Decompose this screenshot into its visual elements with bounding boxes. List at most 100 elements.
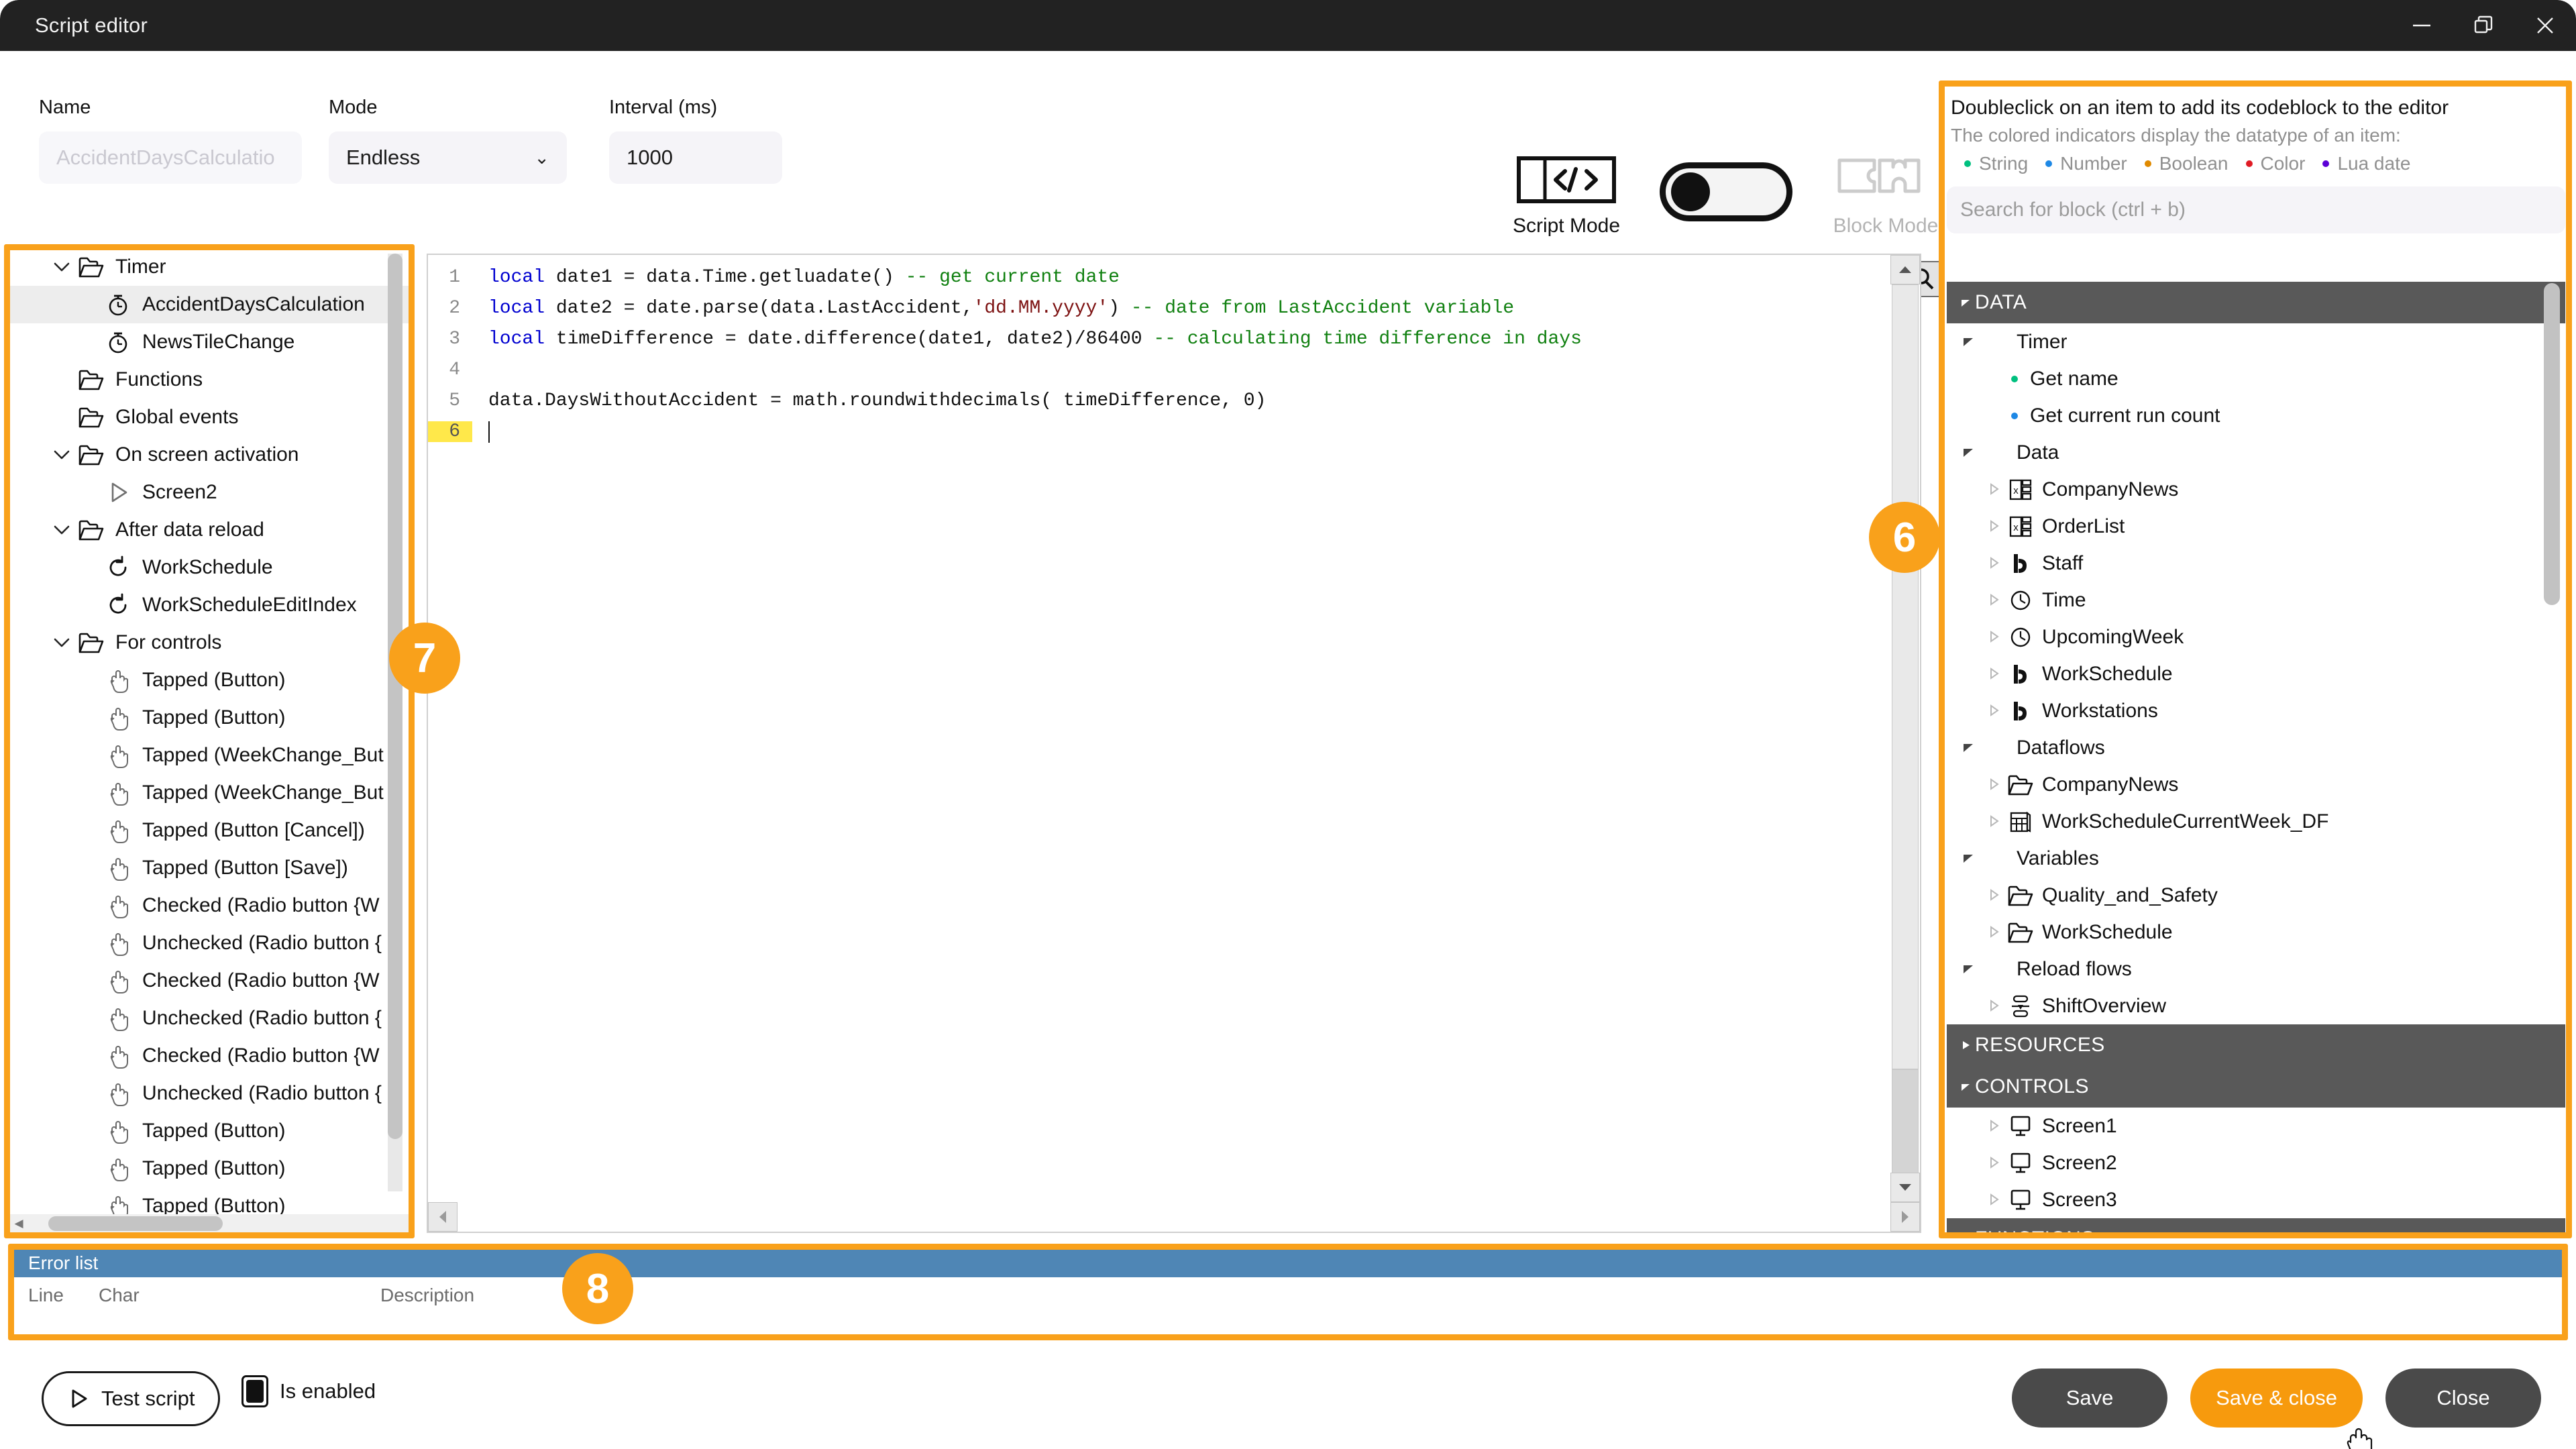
scrollbar-thumb-lower[interactable]	[1892, 1069, 1919, 1177]
triangle-right-icon[interactable]	[1987, 921, 2000, 944]
rp-item-workschedule[interactable]: WorkSchedule	[1947, 655, 2565, 692]
tree-item-unchecked-radio-button[interactable]: Unchecked (Radio button {	[9, 1000, 409, 1037]
chevron-down-icon[interactable]	[48, 519, 75, 541]
section-controls[interactable]: CONTROLS	[1947, 1066, 2565, 1108]
scroll-up-arrow-icon[interactable]	[1890, 255, 1920, 284]
tree-item-screen2[interactable]: Screen2	[9, 474, 409, 511]
triangle-right-icon[interactable]	[1982, 1115, 2006, 1138]
tree-item-checked-radio-button[interactable]: Checked (Radio button {W	[9, 962, 409, 1000]
left-tree-horizontal-scrollbar[interactable]: ◀	[9, 1214, 409, 1233]
triangle-right-icon[interactable]	[1982, 1189, 2006, 1212]
tree-item-timer[interactable]: Timer	[9, 248, 409, 286]
close-button[interactable]	[2514, 0, 2576, 51]
tree-item-tapped-button[interactable]: Tapped (Button)	[9, 1112, 409, 1150]
triangle-down-icon[interactable]	[1956, 1081, 1975, 1093]
tree-item-global-events[interactable]: Global events	[9, 398, 409, 436]
rp-item-reload-flows[interactable]: Reload flows	[1947, 951, 2565, 987]
triangle-down-icon[interactable]	[1962, 847, 1975, 870]
rp-item-companynews[interactable]: x CompanyNews	[1947, 471, 2565, 508]
block-mode-option[interactable]: Block Mode	[1822, 152, 1949, 237]
tree-item-for-controls[interactable]: For controls	[9, 624, 409, 661]
scroll-left-arrow-icon[interactable]	[428, 1202, 458, 1232]
scrollbar-thumb[interactable]	[48, 1216, 223, 1231]
triangle-right-icon[interactable]	[1987, 663, 2000, 686]
scrollbar-thumb[interactable]	[388, 254, 402, 1139]
script-mode-option[interactable]: Script Mode	[1503, 152, 1630, 237]
triangle-right-icon[interactable]	[1987, 700, 2000, 722]
save-button[interactable]: Save	[2012, 1368, 2168, 1428]
scrollbar-thumb[interactable]	[1892, 284, 1919, 1069]
triangle-down-icon[interactable]	[1956, 847, 1980, 870]
triangle-right-icon[interactable]	[1987, 1189, 2000, 1212]
minimize-button[interactable]	[2391, 0, 2453, 51]
rp-item-shiftoverview[interactable]: ShiftOverview	[1947, 987, 2565, 1024]
triangle-right-icon[interactable]	[1982, 515, 2006, 538]
tree-item-tapped-button[interactable]: Tapped (Button)	[9, 661, 409, 699]
is-enabled-checkbox[interactable]	[241, 1375, 268, 1407]
rp-item-data[interactable]: Data	[1947, 434, 2565, 471]
triangle-right-icon[interactable]	[1987, 810, 2000, 833]
chevron-down-icon[interactable]	[53, 443, 70, 466]
is-enabled-checkbox-group[interactable]: Is enabled	[241, 1375, 376, 1407]
chevron-down-icon[interactable]	[48, 443, 75, 466]
triangle-right-icon[interactable]	[1987, 1152, 2000, 1175]
rp-item-get-name[interactable]: Get name	[1947, 360, 2565, 397]
scroll-left-arrow-icon[interactable]: ◀	[9, 1217, 28, 1230]
tree-item-tapped-weekchange-button[interactable]: Tapped (WeekChange_But	[9, 774, 409, 812]
tree-item-after-data-reload[interactable]: After data reload	[9, 511, 409, 549]
triangle-right-icon[interactable]	[1982, 663, 2006, 686]
triangle-right-icon[interactable]	[1982, 810, 2006, 833]
code-text-area[interactable]: 1 local date1 = data.Time.getluadate() --…	[428, 255, 1890, 1202]
tree-item-workscheduleeditindex[interactable]: WorkScheduleEditIndex	[9, 586, 409, 624]
triangle-down-icon[interactable]	[1956, 737, 1980, 759]
rp-item-screen3[interactable]: Screen3	[1947, 1181, 2565, 1218]
section-functions[interactable]: FUNCTIONS	[1947, 1218, 2565, 1234]
chevron-down-icon[interactable]	[48, 256, 75, 278]
scrollbar-track[interactable]	[458, 1202, 1890, 1232]
triangle-down-icon[interactable]	[1956, 1233, 1975, 1234]
triangle-right-icon[interactable]	[1982, 1152, 2006, 1175]
triangle-right-icon[interactable]	[1982, 921, 2006, 944]
triangle-right-icon[interactable]	[1987, 626, 2000, 649]
triangle-down-icon[interactable]	[1962, 958, 1975, 981]
rp-item-quality-and-safety[interactable]: Quality_and_Safety	[1947, 877, 2565, 914]
chevron-down-icon[interactable]	[53, 256, 70, 278]
triangle-right-icon[interactable]	[1987, 552, 2000, 575]
code-line[interactable]: 3 local timeDifference = date.difference(…	[428, 329, 1890, 360]
section-resources[interactable]: RESOURCES	[1947, 1024, 2565, 1066]
tree-item-newstilechange[interactable]: NewsTileChange	[9, 323, 409, 361]
tree-item-tapped-button-save[interactable]: Tapped (Button [Save])	[9, 849, 409, 887]
triangle-down-icon[interactable]	[1956, 297, 1975, 309]
tree-item-unchecked-radio-button[interactable]: Unchecked (Radio button {	[9, 1075, 409, 1112]
tree-item-tapped-button[interactable]: Tapped (Button)	[9, 699, 409, 737]
tree-item-tapped-button[interactable]: Tapped (Button)	[9, 1150, 409, 1187]
scroll-down-arrow-icon[interactable]	[1890, 1173, 1920, 1202]
test-script-button[interactable]: Test script	[42, 1371, 220, 1426]
triangle-down-icon[interactable]	[1956, 441, 1980, 464]
editor-horizontal-scrollbar[interactable]	[428, 1202, 1920, 1232]
tree-item-checked-radio-button[interactable]: Checked (Radio button {W	[9, 1037, 409, 1075]
mode-select[interactable]: Endless ⌄	[329, 131, 567, 184]
editor-vertical-scrollbar[interactable]	[1890, 255, 1920, 1202]
close-button-footer[interactable]: Close	[2385, 1368, 2541, 1428]
code-line[interactable]: 4	[428, 360, 1890, 390]
triangle-right-icon[interactable]	[1982, 626, 2006, 649]
triangle-right-icon[interactable]	[1982, 700, 2006, 722]
triangle-down-icon[interactable]	[1956, 331, 1980, 354]
section-data[interactable]: DATA	[1947, 282, 2565, 323]
rp-item-dataflows[interactable]: Dataflows	[1947, 729, 2565, 766]
tree-item-tapped-weekchange-button[interactable]: Tapped (WeekChange_But	[9, 737, 409, 774]
triangle-right-icon[interactable]	[1987, 478, 2000, 501]
script-tree-panel[interactable]: Timer AccidentDaysCalculation NewsTileChan…	[9, 248, 409, 1233]
rp-item-upcomingweek[interactable]: UpcomingWeek	[1947, 619, 2565, 655]
save-and-close-button[interactable]: Save & close	[2190, 1368, 2363, 1428]
chevron-down-icon[interactable]	[53, 631, 70, 654]
code-editor[interactable]: 1 local date1 = data.Time.getluadate() --…	[427, 254, 1921, 1233]
tree-item-accidentdayscalculation[interactable]: AccidentDaysCalculation	[9, 286, 409, 323]
scrollbar-thumb[interactable]	[2544, 283, 2560, 605]
tree-item-checked-radio-button[interactable]: Checked (Radio button {W	[9, 887, 409, 924]
block-search-input[interactable]: Search for block (ctrl + b)	[1947, 186, 2565, 233]
tree-item-workschedule[interactable]: WorkSchedule	[9, 549, 409, 586]
triangle-right-icon[interactable]	[1987, 773, 2000, 796]
rp-item-timer[interactable]: Timer	[1947, 323, 2565, 360]
